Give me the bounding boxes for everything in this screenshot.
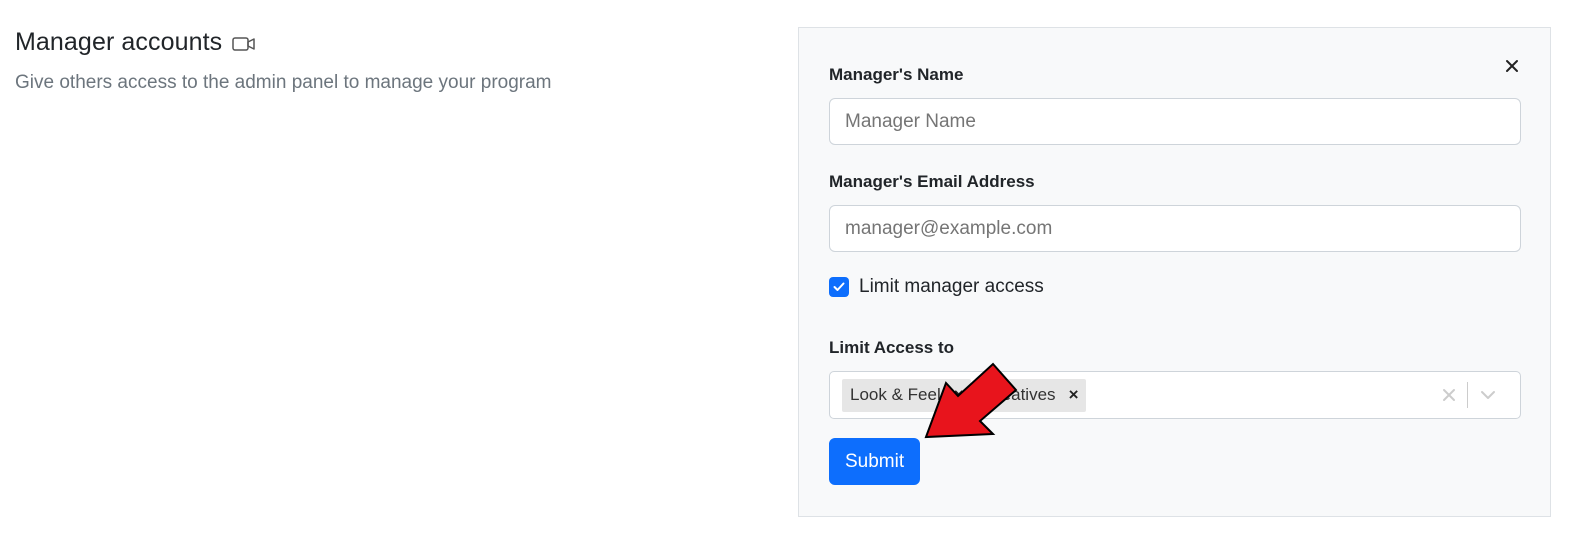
tag-label: Look & Feel	[850, 385, 941, 404]
limit-access-checkbox-label[interactable]: Limit manager access	[859, 276, 1044, 298]
add-manager-panel: Manager's Name Manager's Email Address L…	[798, 27, 1551, 517]
chevron-down-icon[interactable]	[1468, 390, 1508, 400]
clear-all-icon[interactable]	[1431, 388, 1467, 402]
close-button[interactable]	[1500, 54, 1524, 78]
selected-tag: Creatives ×	[975, 378, 1086, 412]
selected-tag: Look & Feel ×	[842, 378, 971, 412]
page-subtitle: Give others access to the admin panel to…	[15, 72, 552, 93]
limit-access-multiselect[interactable]: Look & Feel × Creatives ×	[829, 371, 1521, 419]
video-camera-icon[interactable]	[232, 36, 256, 52]
tag-remove-icon[interactable]: ×	[1062, 379, 1086, 412]
manager-email-input[interactable]	[829, 205, 1521, 252]
title-row: Manager accounts	[15, 28, 552, 57]
manager-name-input[interactable]	[829, 98, 1521, 145]
limit-access-checkbox-row[interactable]: Limit manager access	[829, 276, 1044, 298]
multiselect-controls	[1431, 372, 1508, 418]
section-header: Manager accounts Give others access to t…	[15, 28, 552, 94]
tag-remove-icon[interactable]: ×	[947, 379, 971, 412]
page-title: Manager accounts	[15, 28, 223, 56]
limit-access-checkbox[interactable]	[829, 277, 849, 297]
manager-email-label: Manager's Email Address	[829, 172, 1035, 191]
page: Manager accounts Give others access to t…	[0, 0, 1574, 534]
limit-access-label: Limit Access to	[829, 338, 955, 357]
manager-name-label: Manager's Name	[829, 65, 964, 84]
submit-button[interactable]: Submit	[829, 438, 921, 485]
close-icon	[1506, 60, 1518, 72]
checkmark-icon	[833, 282, 845, 291]
tag-label: Creatives	[983, 385, 1056, 404]
